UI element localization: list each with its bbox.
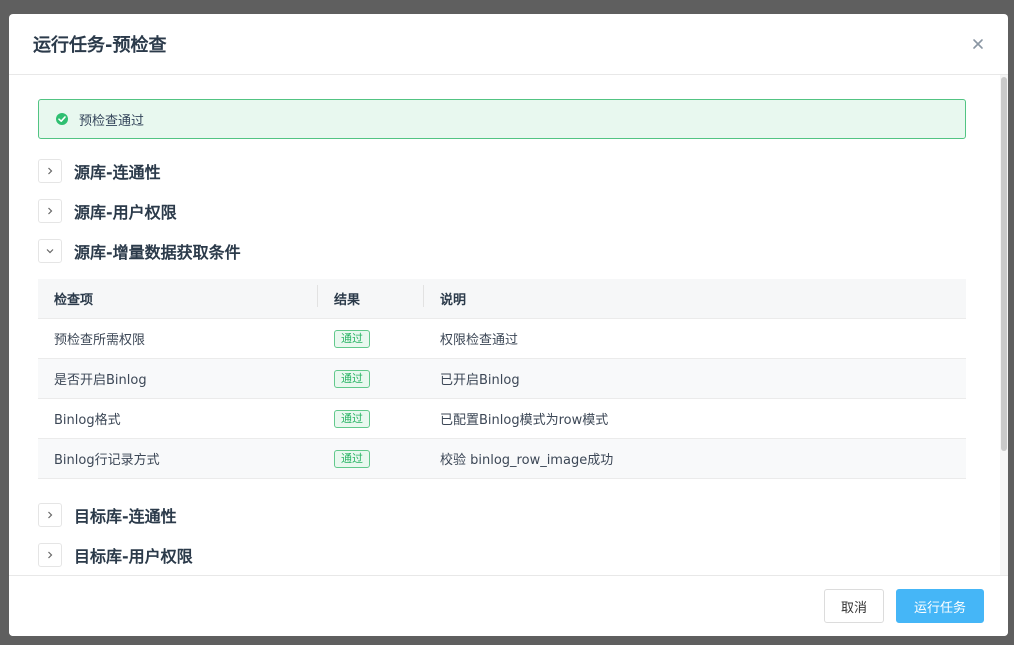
table-row: 是否开启Binlog 通过 已开启Binlog bbox=[38, 359, 966, 399]
modal-title: 运行任务-预检查 bbox=[33, 35, 167, 56]
status-badge: 通过 bbox=[334, 449, 370, 468]
section-target-connectivity[interactable]: 目标库-连通性 bbox=[38, 503, 177, 527]
modal-header: 运行任务-预检查 bbox=[9, 14, 1008, 75]
cell-desc: 校验 binlog_row_image成功 bbox=[440, 453, 614, 468]
section-source-connectivity[interactable]: 源库-连通性 bbox=[38, 159, 161, 183]
cell-item: Binlog格式 bbox=[54, 413, 121, 428]
section-title: 源库-用户权限 bbox=[74, 203, 177, 222]
chevron-right-icon[interactable] bbox=[38, 199, 62, 223]
cell-item: 预检查所需权限 bbox=[54, 333, 146, 348]
precheck-table: 检查项 结果 说明 预检查所需权限 通过 权限检查通过 是否开启Binlog 通… bbox=[38, 279, 966, 479]
header-desc: 说明 bbox=[440, 293, 467, 308]
section-title: 目标库-连通性 bbox=[74, 507, 177, 526]
table-row: Binlog行记录方式 通过 校验 binlog_row_image成功 bbox=[38, 439, 966, 479]
table-header: 检查项 结果 说明 bbox=[38, 279, 966, 319]
section-title: 源库-增量数据获取条件 bbox=[74, 243, 241, 262]
cell-desc: 权限检查通过 bbox=[440, 333, 519, 348]
section-title: 目标库-用户权限 bbox=[74, 547, 193, 566]
chevron-right-icon[interactable] bbox=[38, 543, 62, 567]
close-icon[interactable] bbox=[970, 36, 986, 52]
cell-item: Binlog行记录方式 bbox=[54, 453, 160, 468]
chevron-right-icon[interactable] bbox=[38, 503, 62, 527]
section-source-user-permission[interactable]: 源库-用户权限 bbox=[38, 199, 177, 223]
cell-desc: 已配置Binlog模式为row模式 bbox=[440, 413, 609, 428]
section-title: 源库-连通性 bbox=[74, 163, 161, 182]
status-badge: 通过 bbox=[334, 369, 370, 388]
run-task-button[interactable]: 运行任务 bbox=[896, 589, 984, 623]
header-item: 检查项 bbox=[38, 285, 318, 308]
scrollbar-thumb[interactable] bbox=[1001, 77, 1007, 451]
modal-footer: 取消 运行任务 bbox=[9, 575, 1008, 636]
table-row: Binlog格式 通过 已配置Binlog模式为row模式 bbox=[38, 399, 966, 439]
success-alert: 预检查通过 bbox=[38, 99, 966, 139]
status-badge: 通过 bbox=[334, 409, 370, 428]
check-circle-icon bbox=[56, 113, 68, 125]
cell-item: 是否开启Binlog bbox=[54, 373, 147, 388]
alert-text: 预检查通过 bbox=[79, 113, 145, 129]
vertical-scrollbar[interactable] bbox=[1000, 75, 1008, 575]
chevron-right-icon[interactable] bbox=[38, 159, 62, 183]
section-target-user-permission[interactable]: 目标库-用户权限 bbox=[38, 543, 193, 567]
cell-desc: 已开启Binlog bbox=[440, 373, 520, 388]
precheck-modal: 运行任务-预检查 预检查通过 源库-连通性 源库-用户权限 源库-增量数据获取条… bbox=[9, 14, 1008, 636]
header-result: 结果 bbox=[318, 285, 424, 308]
section-source-incremental[interactable]: 源库-增量数据获取条件 bbox=[38, 239, 241, 263]
modal-body: 预检查通过 源库-连通性 源库-用户权限 源库-增量数据获取条件 检查项 结果 bbox=[9, 75, 1008, 575]
table-row: 预检查所需权限 通过 权限检查通过 bbox=[38, 319, 966, 359]
status-badge: 通过 bbox=[334, 329, 370, 348]
cancel-button[interactable]: 取消 bbox=[824, 589, 884, 623]
chevron-down-icon[interactable] bbox=[38, 239, 62, 263]
